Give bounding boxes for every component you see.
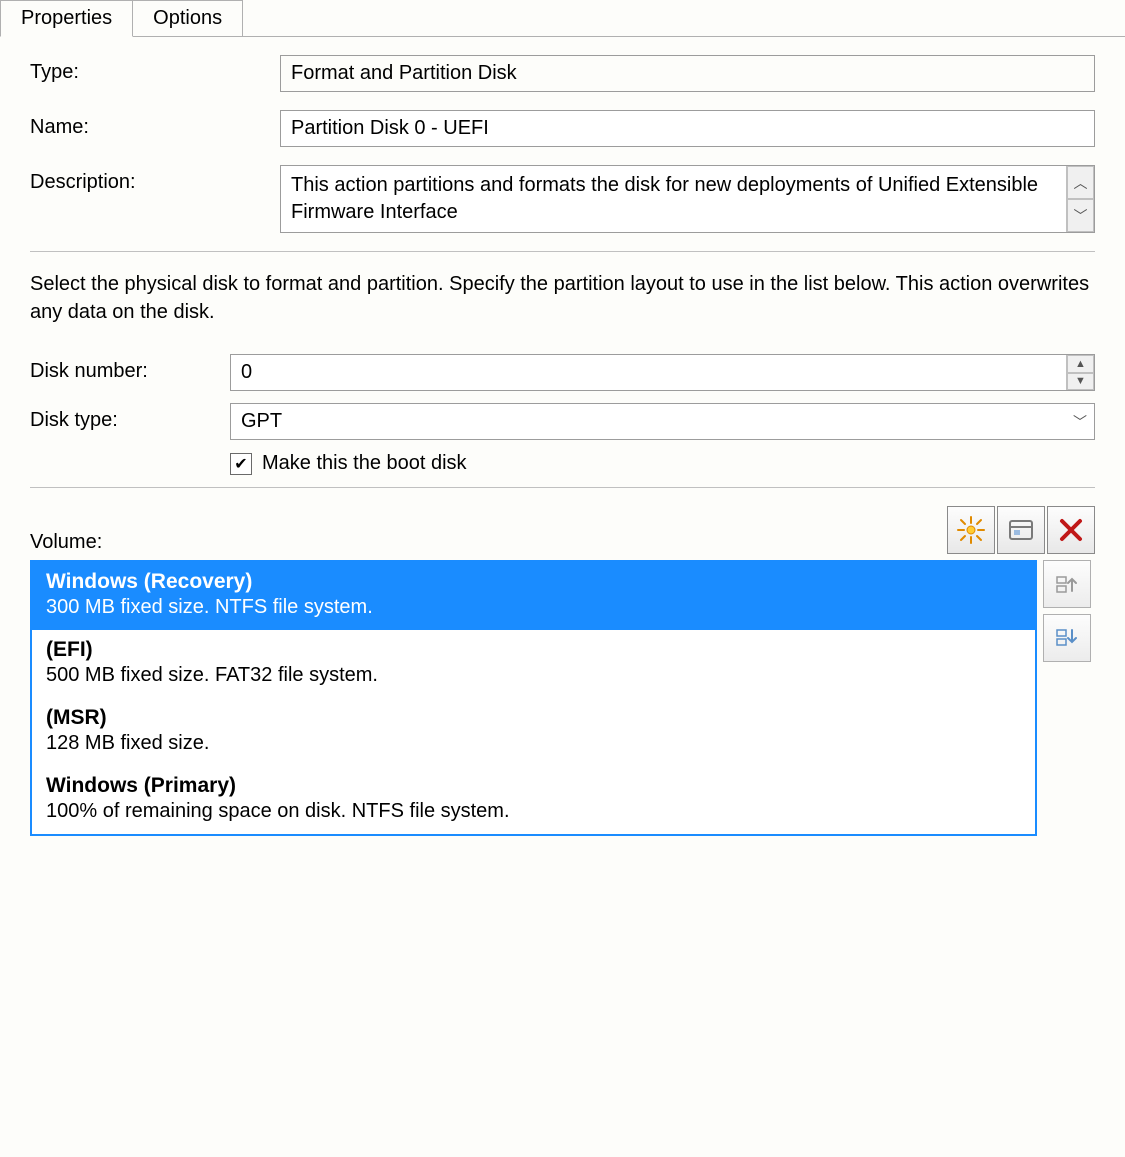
delete-button[interactable] (1047, 506, 1095, 554)
tab-properties[interactable]: Properties (0, 0, 133, 37)
boot-disk-label: Make this the boot disk (262, 452, 467, 475)
move-up-button[interactable] (1043, 560, 1091, 608)
sunburst-icon (956, 515, 986, 545)
volume-toolbar (947, 506, 1095, 554)
disk-type-label: Disk type: (30, 403, 230, 432)
list-item[interactable]: Windows (Recovery) 300 MB fixed size. NT… (32, 562, 1035, 630)
boot-disk-checkbox[interactable]: ✔ (230, 453, 252, 475)
chevron-down-icon: ﹀ (1066, 412, 1094, 432)
properties-button[interactable] (997, 506, 1045, 554)
instructions-text: Select the physical disk to format and p… (30, 270, 1095, 326)
disk-number-input[interactable] (231, 355, 1066, 390)
type-label: Type: (30, 55, 280, 84)
properties-panel: Type: Format and Partition Disk Name: De… (0, 37, 1125, 866)
tab-bar: Properties Options (0, 0, 1125, 37)
volume-item-sub: 128 MB fixed size. (46, 732, 1021, 755)
volume-item-sub: 300 MB fixed size. NTFS file system. (46, 596, 1021, 619)
move-down-button[interactable] (1043, 614, 1091, 662)
volume-item-title: Windows (Recovery) (46, 570, 1021, 594)
disk-type-value: GPT (231, 404, 1066, 439)
type-value: Format and Partition Disk (280, 55, 1095, 92)
volume-list[interactable]: Windows (Recovery) 300 MB fixed size. NT… (30, 560, 1037, 836)
volume-side-buttons (1043, 560, 1095, 836)
description-text[interactable]: This action partitions and formats the d… (281, 166, 1066, 232)
delete-x-icon (1056, 515, 1086, 545)
properties-icon (1006, 515, 1036, 545)
list-item[interactable]: (EFI) 500 MB fixed size. FAT32 file syst… (32, 630, 1035, 698)
volume-item-title: (MSR) (46, 706, 1021, 730)
disk-number-stepper[interactable]: ▲ ▼ (230, 354, 1095, 391)
disk-number-label: Disk number: (30, 354, 230, 383)
volume-item-sub: 500 MB fixed size. FAT32 file system. (46, 664, 1021, 687)
new-volume-button[interactable] (947, 506, 995, 554)
disk-type-select[interactable]: GPT ﹀ (230, 403, 1095, 440)
spin-up-icon[interactable]: ▲ (1067, 355, 1094, 373)
name-label: Name: (30, 110, 280, 139)
move-up-icon (1052, 569, 1082, 599)
description-label: Description: (30, 165, 280, 194)
scroll-down-icon[interactable]: ﹀ (1067, 199, 1094, 232)
check-icon: ✔ (234, 454, 247, 474)
scroll-up-icon[interactable]: ︿ (1067, 166, 1094, 199)
name-input[interactable] (280, 110, 1095, 147)
divider-2 (30, 487, 1095, 488)
tab-options[interactable]: Options (132, 0, 243, 36)
move-down-icon (1052, 623, 1082, 653)
divider (30, 251, 1095, 252)
volume-item-title: Windows (Primary) (46, 774, 1021, 798)
description-scrollbar: ︿ ﹀ (1066, 166, 1094, 232)
list-item[interactable]: Windows (Primary) 100% of remaining spac… (32, 766, 1035, 834)
list-item[interactable]: (MSR) 128 MB fixed size. (32, 698, 1035, 766)
volume-item-sub: 100% of remaining space on disk. NTFS fi… (46, 800, 1021, 823)
spin-down-icon[interactable]: ▼ (1067, 373, 1094, 391)
volume-label: Volume: (30, 531, 102, 554)
volume-item-title: (EFI) (46, 638, 1021, 662)
description-box: This action partitions and formats the d… (280, 165, 1095, 233)
